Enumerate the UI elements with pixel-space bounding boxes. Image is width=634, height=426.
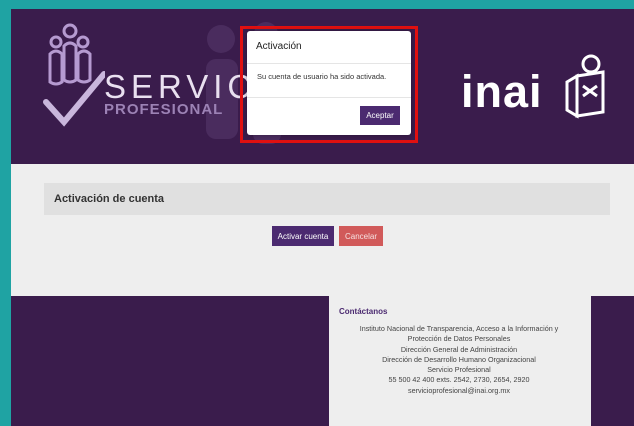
contact-line: Servicio Profesional: [427, 365, 491, 375]
contact-email[interactable]: servicioprofesional@inai.org.mx: [333, 386, 585, 396]
frame-left-border: [0, 0, 11, 426]
contact-title: Contáctanos: [339, 307, 388, 316]
contact-line: Protección de Datos Personales: [407, 334, 511, 344]
dialog-divider: [247, 97, 411, 98]
dialog-title: Activación: [256, 41, 302, 52]
browser-frame: SERVICIO PROFESIONAL inai Activación de …: [0, 0, 634, 426]
contact-line: Dirección General de Administración: [400, 344, 518, 354]
accept-button[interactable]: Aceptar: [360, 106, 400, 125]
activation-dialog: Activación Su cuenta de usuario ha sido …: [247, 31, 411, 135]
contact-line: Dirección de Desarrollo Humano Organizac…: [382, 354, 536, 364]
servicio-profesional-logo-icon: [43, 23, 105, 127]
contact-line: 55 500 42 400 exts. 2542, 2730, 2654, 29…: [388, 375, 530, 385]
inai-logo-text: inai: [461, 66, 543, 117]
inai-logo-icon: [565, 54, 605, 119]
contact-line: Instituto Nacional de Transparencia, Acc…: [359, 324, 559, 333]
dialog-divider: [247, 63, 411, 64]
activate-account-button[interactable]: Activar cuenta: [272, 226, 334, 246]
panel-title: Activación de cuenta: [54, 193, 165, 205]
dialog-message: Su cuenta de usuario ha sido activada.: [257, 72, 387, 81]
contact-info: Instituto Nacional de Transparencia, Acc…: [333, 324, 585, 396]
cancel-button[interactable]: Cancelar: [339, 226, 383, 246]
frame-top-border: [0, 0, 634, 9]
logo-subtitle: PROFESIONAL: [104, 101, 224, 118]
